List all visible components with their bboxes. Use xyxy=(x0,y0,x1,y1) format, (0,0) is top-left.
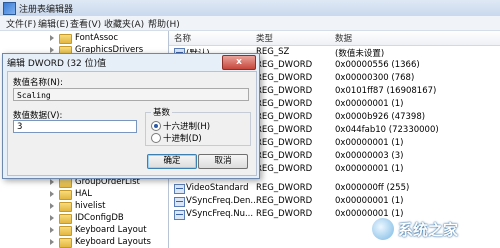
menu-edit[interactable]: 编辑(E) xyxy=(38,17,69,30)
menu-bar: 文件(F) 编辑(E) 查看(V) 收藏夹(A) 帮助(H) xyxy=(0,16,500,31)
watermark-logo-icon xyxy=(372,218,394,240)
reg-value-icon xyxy=(174,184,185,194)
value-data-input[interactable]: 3 xyxy=(13,120,137,133)
folder-icon xyxy=(59,214,72,224)
folder-icon xyxy=(59,178,72,188)
folder-icon xyxy=(59,238,72,248)
hex-radio[interactable] xyxy=(151,121,161,131)
base-label: 基数 xyxy=(151,106,173,118)
column-header-type[interactable]: 类型 xyxy=(256,32,273,44)
menu-view[interactable]: 查看(V) xyxy=(70,17,101,30)
table-row[interactable]: VSyncFreq.Den... REG_DWORD 0x00000001 (1… xyxy=(169,195,500,208)
menu-help[interactable]: 帮助(H) xyxy=(148,17,180,30)
expand-arrow-icon[interactable] xyxy=(50,239,54,245)
reg-value-icon xyxy=(174,210,185,220)
expand-arrow-icon[interactable] xyxy=(50,35,54,41)
menu-file[interactable]: 文件(F) xyxy=(6,17,36,30)
close-button[interactable]: x xyxy=(222,55,256,70)
value-name-label: 数值名称(N): xyxy=(13,78,63,88)
expand-arrow-icon[interactable] xyxy=(50,227,54,233)
window-title: 注册表编辑器 xyxy=(19,5,74,15)
registry-editor-icon xyxy=(3,2,16,15)
dialog-body: 数值名称(N): Scaling 数值数据(V): 3 基数 十六进制(H) 十… xyxy=(7,71,257,176)
expand-arrow-icon[interactable] xyxy=(50,215,54,221)
folder-icon xyxy=(59,190,72,200)
folder-icon xyxy=(59,34,72,44)
expand-arrow-icon[interactable] xyxy=(50,179,54,185)
value-name-field: Scaling xyxy=(13,88,249,101)
column-header-data[interactable]: 数据 xyxy=(335,32,352,44)
folder-icon xyxy=(59,202,72,212)
hex-radio-label[interactable]: 十六进制(H) xyxy=(163,120,210,132)
dec-radio[interactable] xyxy=(151,133,161,143)
column-header-name[interactable]: 名称 xyxy=(174,32,191,44)
expand-arrow-icon[interactable] xyxy=(50,191,54,197)
folder-icon xyxy=(59,226,72,236)
title-bar: 注册表编辑器 xyxy=(0,0,500,17)
list-header: 名称 类型 数据 xyxy=(169,31,500,46)
edit-dword-dialog: 编辑 DWORD (32 位)值 x 数值名称(N): Scaling 数值数据… xyxy=(2,53,260,179)
dialog-title: 编辑 DWORD (32 位)值 xyxy=(7,59,107,69)
reg-value-icon xyxy=(174,197,185,207)
expand-arrow-icon[interactable] xyxy=(50,203,54,209)
ok-button[interactable]: 确定 xyxy=(147,154,197,169)
watermark-text: 系统之家 xyxy=(398,221,459,239)
cancel-button[interactable]: 取消 xyxy=(198,154,248,169)
table-row[interactable]: VideoStandard REG_DWORD 0x000000ff (255) xyxy=(169,182,500,195)
menu-favorites[interactable]: 收藏夹(A) xyxy=(104,17,144,30)
dec-radio-label[interactable]: 十进制(D) xyxy=(163,132,202,144)
